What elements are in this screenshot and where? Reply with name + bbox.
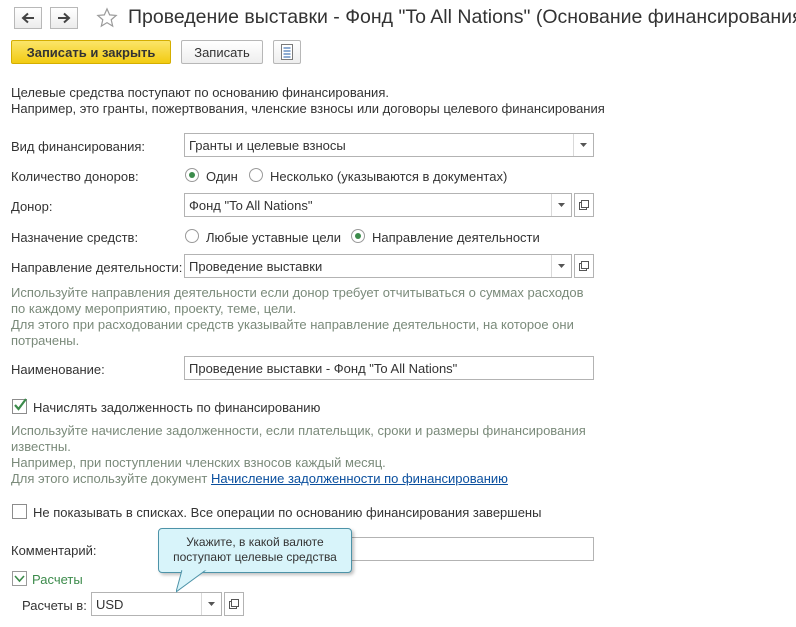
direction-hint-line-2: по каждому мероприятию, проекту, теме, ц… bbox=[11, 301, 297, 316]
purpose-label: Назначение средств: bbox=[11, 230, 139, 245]
financing-type-value: Гранты и целевые взносы bbox=[189, 138, 346, 153]
accrue-hint-prefix: Для этого используйте документ bbox=[11, 471, 211, 486]
report-button[interactable] bbox=[273, 40, 301, 64]
accrue-hint-line-3: Например, при поступлении членских взнос… bbox=[11, 455, 386, 470]
settlements-collapse-toggle[interactable] bbox=[12, 571, 27, 586]
donor-open-button[interactable] bbox=[574, 193, 594, 217]
intro-line-2: Например, это гранты, пожертвования, чле… bbox=[11, 101, 605, 116]
direction-input[interactable]: Проведение выставки bbox=[184, 254, 572, 278]
open-form-icon bbox=[579, 261, 589, 271]
window-title: Проведение выставки - Фонд "To All Natio… bbox=[128, 6, 796, 28]
name-input[interactable]: Проведение выставки - Фонд "To All Natio… bbox=[184, 356, 594, 380]
name-value: Проведение выставки - Фонд "To All Natio… bbox=[189, 361, 458, 376]
chevron-down-icon[interactable] bbox=[573, 134, 593, 156]
accrue-hint-line-4: Для этого используйте документ Начислени… bbox=[11, 471, 508, 486]
donor-count-several-label[interactable]: Несколько (указываются в документах) bbox=[270, 169, 507, 184]
direction-open-button[interactable] bbox=[574, 254, 594, 278]
chevron-down-icon bbox=[14, 575, 25, 583]
chevron-down-icon[interactable] bbox=[551, 194, 571, 216]
settlements-group-label[interactable]: Расчеты bbox=[32, 572, 83, 587]
direction-hint-line-4: потрачены. bbox=[11, 333, 80, 348]
currency-tooltip: Укажите, в какой валюте поступают целевы… bbox=[158, 528, 352, 573]
currency-open-button[interactable] bbox=[224, 592, 244, 616]
purpose-any-label[interactable]: Любые уставные цели bbox=[206, 230, 341, 245]
forward-button[interactable] bbox=[50, 7, 78, 29]
tooltip-pointer bbox=[176, 570, 207, 593]
direction-value: Проведение выставки bbox=[189, 259, 323, 274]
direction-hint-line-3: Для этого при расходовании средств указы… bbox=[11, 317, 574, 332]
donor-count-one-label[interactable]: Один bbox=[206, 169, 238, 184]
direction-hint-line-1: Используйте направления деятельности есл… bbox=[11, 285, 584, 300]
financing-type-select[interactable]: Гранты и целевые взносы bbox=[184, 133, 594, 157]
donor-count-several-radio[interactable] bbox=[249, 168, 263, 182]
chevron-down-icon[interactable] bbox=[551, 255, 571, 277]
hide-in-lists-checkbox[interactable] bbox=[12, 504, 27, 519]
save-and-close-button[interactable]: Записать и закрыть bbox=[11, 40, 171, 64]
document-list-icon bbox=[281, 44, 293, 60]
arrow-right-icon bbox=[58, 12, 71, 24]
donor-label: Донор: bbox=[11, 199, 53, 214]
purpose-direction-radio[interactable] bbox=[351, 229, 365, 243]
accrue-hint-line-1: Используйте начисление задолженности, ес… bbox=[11, 423, 586, 438]
donor-count-one-radio[interactable] bbox=[185, 168, 199, 182]
chevron-down-icon[interactable] bbox=[201, 593, 221, 615]
currency-label: Расчеты в: bbox=[22, 598, 87, 613]
direction-label: Направление деятельности: bbox=[11, 260, 183, 275]
accrue-hint-line-2: известны. bbox=[11, 439, 71, 454]
purpose-direction-label[interactable]: Направление деятельности bbox=[372, 230, 540, 245]
favorite-star-icon[interactable] bbox=[96, 7, 118, 32]
tooltip-line-1: Укажите, в какой валюте bbox=[186, 535, 324, 549]
financing-type-label: Вид финансирования: bbox=[11, 139, 145, 154]
purpose-any-radio[interactable] bbox=[185, 229, 199, 243]
intro-line-1: Целевые средства поступают по основанию … bbox=[11, 85, 389, 100]
checkmark-icon bbox=[14, 398, 27, 411]
tooltip-line-2: поступают целевые средства bbox=[173, 550, 337, 564]
currency-value: USD bbox=[96, 597, 124, 612]
back-button[interactable] bbox=[14, 7, 42, 29]
comment-label: Комментарий: bbox=[11, 543, 97, 558]
accrue-debt-label[interactable]: Начислять задолженность по финансировани… bbox=[33, 400, 320, 415]
currency-select[interactable]: USD bbox=[91, 592, 222, 616]
save-button[interactable]: Записать bbox=[181, 40, 263, 64]
donor-input[interactable]: Фонд "To All Nations" bbox=[184, 193, 572, 217]
accrue-document-link[interactable]: Начисление задолженности по финансирован… bbox=[211, 471, 508, 486]
donor-count-label: Количество доноров: bbox=[11, 169, 139, 184]
name-label: Наименование: bbox=[11, 362, 105, 377]
hide-in-lists-label[interactable]: Не показывать в списках. Все операции по… bbox=[33, 505, 541, 520]
accrue-debt-checkbox[interactable] bbox=[12, 398, 27, 414]
open-form-icon bbox=[229, 599, 239, 609]
arrow-left-icon bbox=[21, 12, 34, 24]
open-form-icon bbox=[579, 200, 589, 210]
donor-value: Фонд "To All Nations" bbox=[189, 198, 313, 213]
